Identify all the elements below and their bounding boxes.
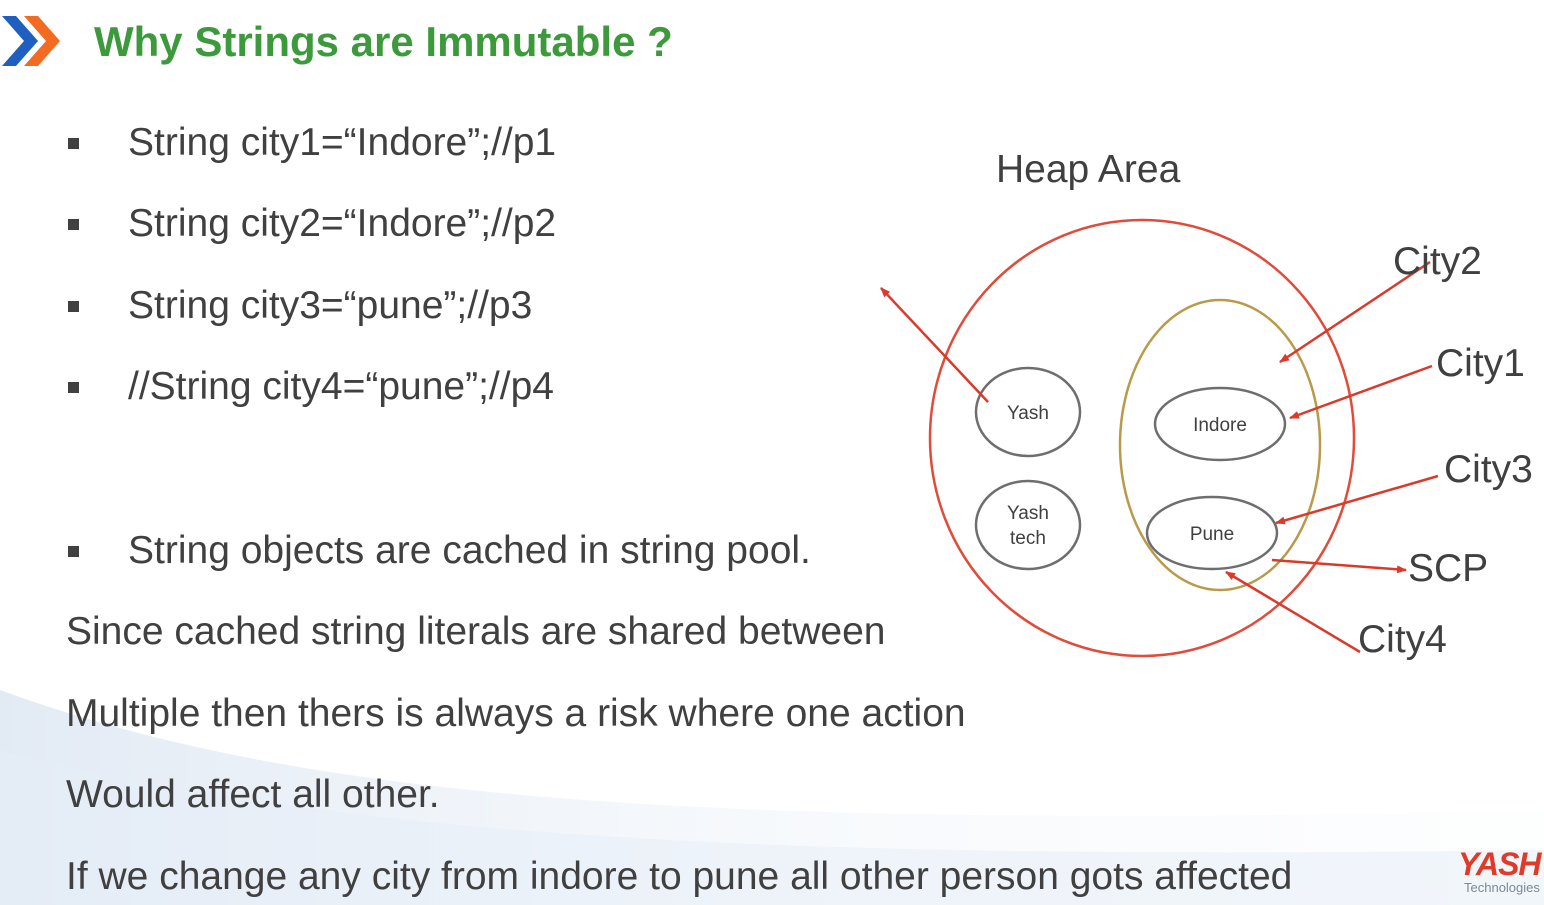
city4-label: City4 (1358, 618, 1447, 661)
chevron-double-right-icon (2, 16, 60, 66)
bullet-text: String objects are cached in string pool… (128, 529, 811, 572)
bullet-text: String city3=“pune”;//p3 (128, 284, 533, 327)
yash-node-label: Yash (1007, 403, 1049, 424)
heap-diagram: Heap Area Yash Yash tech Indore Pune Cit… (880, 148, 1533, 661)
slide-title: Why Strings are Immutable ? (94, 18, 673, 65)
paragraph-line: Multiple then thers is always a risk whe… (66, 692, 966, 735)
arrow-city3 (1275, 474, 1439, 525)
bullet-square-icon (68, 300, 79, 312)
scp-label: SCP (1408, 547, 1488, 590)
arrow-yash-out (880, 287, 989, 403)
city3-label: City3 (1444, 448, 1533, 491)
city1-label: City1 (1436, 342, 1525, 385)
yash-tech-node-label-line1: Yash (1007, 503, 1049, 524)
yash-logo: YASH Technologies (1456, 846, 1544, 905)
yash-tech-node-label-line2: tech (1010, 528, 1046, 549)
arrow-city1 (1289, 364, 1433, 420)
logo-brand: YASH (1458, 846, 1542, 882)
pune-node-label: Pune (1190, 524, 1234, 545)
city2-label: City2 (1393, 240, 1482, 283)
bullet-text: String city2=“Indore”;//p2 (128, 202, 557, 245)
paragraph-line: Would affect all other. (66, 773, 440, 816)
indore-node-label: Indore (1193, 415, 1247, 436)
bullet-text: String city1=“Indore”;//p1 (128, 121, 557, 164)
arrow-city4 (1225, 570, 1361, 654)
bullet-square-icon (68, 137, 79, 149)
heap-area-label: Heap Area (996, 148, 1181, 191)
paragraph-line: Since cached string literals are shared … (66, 610, 886, 653)
yash-tech-node (974, 479, 1082, 571)
paragraph-line: If we change any city from indore to pun… (66, 855, 1293, 898)
bullet-square-icon (68, 381, 79, 393)
bullet-text: //String city4=“pune”;//p4 (128, 365, 554, 408)
bullet-square-icon (68, 545, 79, 557)
arrow-scp (1271, 558, 1407, 574)
bullet-square-icon (68, 218, 79, 230)
logo-subtitle: Technologies (1464, 880, 1540, 895)
